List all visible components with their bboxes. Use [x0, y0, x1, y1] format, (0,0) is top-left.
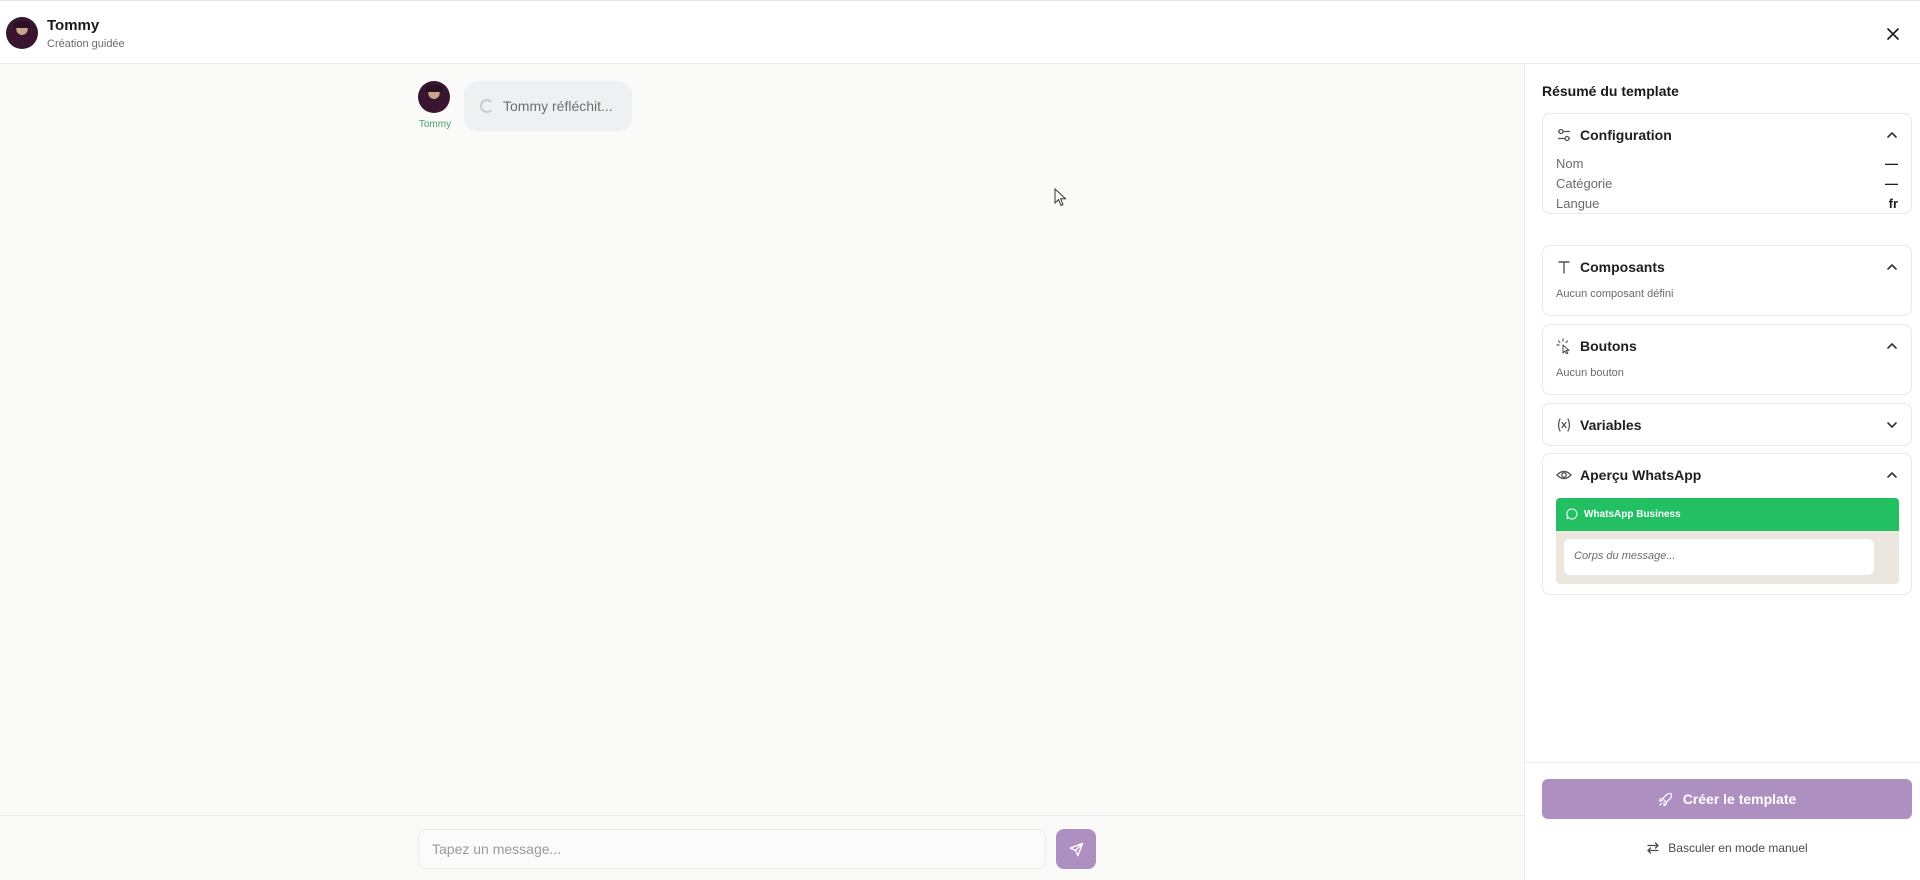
- rocket-icon: [1658, 792, 1672, 806]
- message-text: Tommy réfléchit...: [503, 98, 613, 114]
- whatsapp-preview: WhatsApp Business Corps du message...: [1556, 498, 1899, 584]
- composants-section: Composants Aucun composant défini: [1542, 245, 1912, 316]
- sliders-icon: [1558, 128, 1570, 142]
- spinner-icon: [480, 99, 494, 113]
- panel-title: Résumé du template: [1542, 83, 1679, 99]
- variables-header[interactable]: Variables: [1543, 404, 1911, 446]
- message-composer: [0, 815, 1524, 880]
- header-subtitle: Création guidée: [47, 38, 125, 50]
- send-icon: [1069, 842, 1083, 856]
- composants-title: Composants: [1580, 259, 1665, 275]
- create-template-label: Créer le template: [1682, 791, 1797, 807]
- close-icon: [1887, 28, 1899, 40]
- config-value-nom: —: [1885, 156, 1898, 171]
- chevron-up-icon: [1887, 472, 1897, 478]
- chevron-up-icon: [1887, 264, 1897, 270]
- avatar: [6, 17, 38, 49]
- config-value-categorie: —: [1885, 176, 1898, 191]
- whatsapp-bar-label: WhatsApp Business: [1584, 509, 1681, 520]
- switch-manual-mode-label: Basculer en mode manuel: [1668, 841, 1808, 855]
- chevron-up-icon: [1887, 132, 1897, 138]
- boutons-title: Boutons: [1580, 338, 1637, 354]
- apercu-whatsapp-section: Aperçu WhatsApp WhatsApp Business Corps …: [1542, 453, 1912, 595]
- configuration-title: Configuration: [1580, 127, 1672, 143]
- config-label-categorie: Catégorie: [1556, 176, 1613, 191]
- template-summary-panel: Résumé du template Configuration Nom — C…: [1524, 64, 1920, 880]
- mouse-cursor-icon: [1054, 188, 1067, 207]
- variables-title: Variables: [1580, 417, 1642, 433]
- chevron-up-icon: [1887, 343, 1897, 349]
- config-value-langue: fr: [1888, 196, 1898, 211]
- boutons-header[interactable]: Boutons: [1543, 325, 1911, 367]
- chevron-down-icon: [1887, 422, 1897, 428]
- variable-icon: [1557, 418, 1571, 432]
- header: Tommy Création guidée: [0, 0, 1920, 64]
- close-button[interactable]: [1882, 23, 1904, 45]
- switch-manual-mode-link[interactable]: Basculer en mode manuel: [1542, 836, 1912, 860]
- send-button[interactable]: [1056, 829, 1096, 869]
- apercu-header[interactable]: Aperçu WhatsApp: [1543, 454, 1911, 496]
- message-avatar: [418, 81, 450, 113]
- message-bubble: Tommy réfléchit...: [464, 81, 632, 131]
- eye-icon: [1556, 470, 1572, 480]
- config-label-langue: Langue: [1556, 196, 1600, 211]
- configuration-header[interactable]: Configuration: [1543, 114, 1911, 156]
- variables-section: Variables: [1542, 403, 1912, 446]
- chat-area: Tommy Tommy réfléchit...: [0, 64, 1524, 816]
- swap-icon: [1647, 842, 1659, 854]
- message-input[interactable]: [418, 829, 1046, 869]
- composants-empty: Aucun composant défini: [1556, 288, 1674, 300]
- boutons-empty: Aucun bouton: [1556, 367, 1624, 379]
- whatsapp-icon: [1566, 508, 1578, 520]
- header-name: Tommy: [47, 17, 100, 34]
- panel-divider: [1525, 762, 1920, 763]
- text-icon: [1558, 261, 1570, 274]
- whatsapp-message-preview: Corps du message...: [1564, 539, 1874, 575]
- pointer-click-icon: [1556, 338, 1570, 354]
- whatsapp-bar: WhatsApp Business: [1556, 498, 1899, 531]
- config-label-nom: Nom: [1556, 156, 1584, 171]
- boutons-section: Boutons Aucun bouton: [1542, 324, 1912, 395]
- apercu-title: Aperçu WhatsApp: [1580, 467, 1702, 483]
- message-author: Tommy: [418, 119, 452, 130]
- composants-header[interactable]: Composants: [1543, 246, 1911, 288]
- create-template-button[interactable]: Créer le template: [1542, 779, 1912, 819]
- configuration-section: Configuration Nom — Catégorie — Langue f…: [1542, 113, 1912, 214]
